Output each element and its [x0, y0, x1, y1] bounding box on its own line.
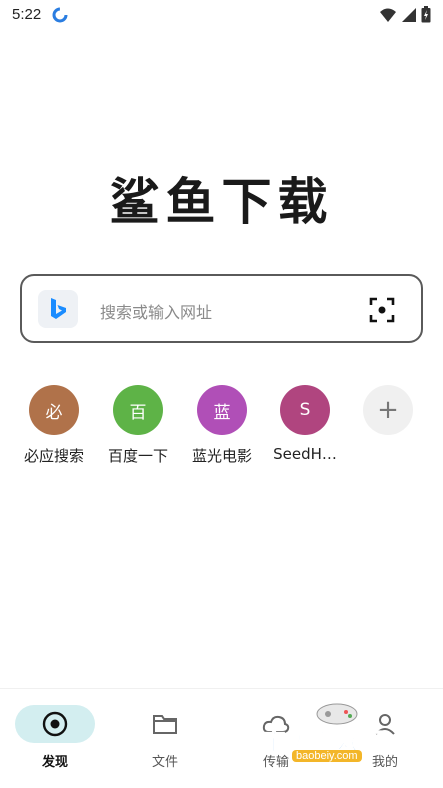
nav-discover[interactable]: 发现 [10, 705, 100, 770]
status-time: 5:22 [12, 6, 42, 23]
shortcut-avatar: 必 [29, 385, 79, 435]
shortcut-avatar: S [280, 385, 330, 435]
status-bar: 5:22 [0, 0, 443, 30]
shortcut-label: 蓝光电影 [191, 447, 252, 465]
shortcut-label: 必应搜索 [23, 447, 84, 465]
plus-icon: + [363, 385, 413, 435]
nav-label: 发现 [41, 755, 68, 770]
search-bar[interactable]: 搜索或输入网址 [20, 274, 423, 343]
shortcut-seedhub[interactable]: S SeedH… [263, 385, 347, 463]
shortcut-bluray[interactable]: 蓝 蓝光电影 [180, 385, 264, 466]
shortcut-bing[interactable]: 必 必应搜索 [12, 385, 96, 466]
shortcut-baidu[interactable]: 百 百度一下 [96, 385, 180, 466]
nav-files[interactable]: 文件 [120, 705, 210, 770]
search-engine-button[interactable] [38, 290, 78, 328]
app-logo-text: 鲨鱼下载 [109, 173, 334, 231]
discover-icon [42, 711, 68, 737]
status-icons [379, 6, 431, 23]
add-shortcut-button[interactable]: + [346, 385, 430, 445]
app-notification-icon [52, 7, 68, 23]
shortcut-label: 百度一下 [107, 447, 168, 465]
nav-pill [125, 705, 205, 743]
shortcut-avatar: 百 [113, 385, 163, 435]
search-input[interactable]: 搜索或输入网址 [100, 299, 212, 323]
shortcut-avatar: 蓝 [197, 385, 247, 435]
folder-icon [153, 715, 177, 734]
watermark-url: baobeiy.com [292, 750, 362, 762]
signal-icon [402, 7, 416, 22]
nav-pill [15, 705, 95, 743]
watermark: 宝贝游戏网 baobeiy.com [262, 700, 412, 776]
battery-icon [421, 6, 431, 23]
nav-label: 文件 [151, 755, 178, 770]
bing-icon [51, 298, 66, 319]
scan-icon[interactable] [369, 297, 395, 323]
wifi-icon [380, 8, 396, 22]
shortcut-label: SeedH… [273, 445, 337, 463]
